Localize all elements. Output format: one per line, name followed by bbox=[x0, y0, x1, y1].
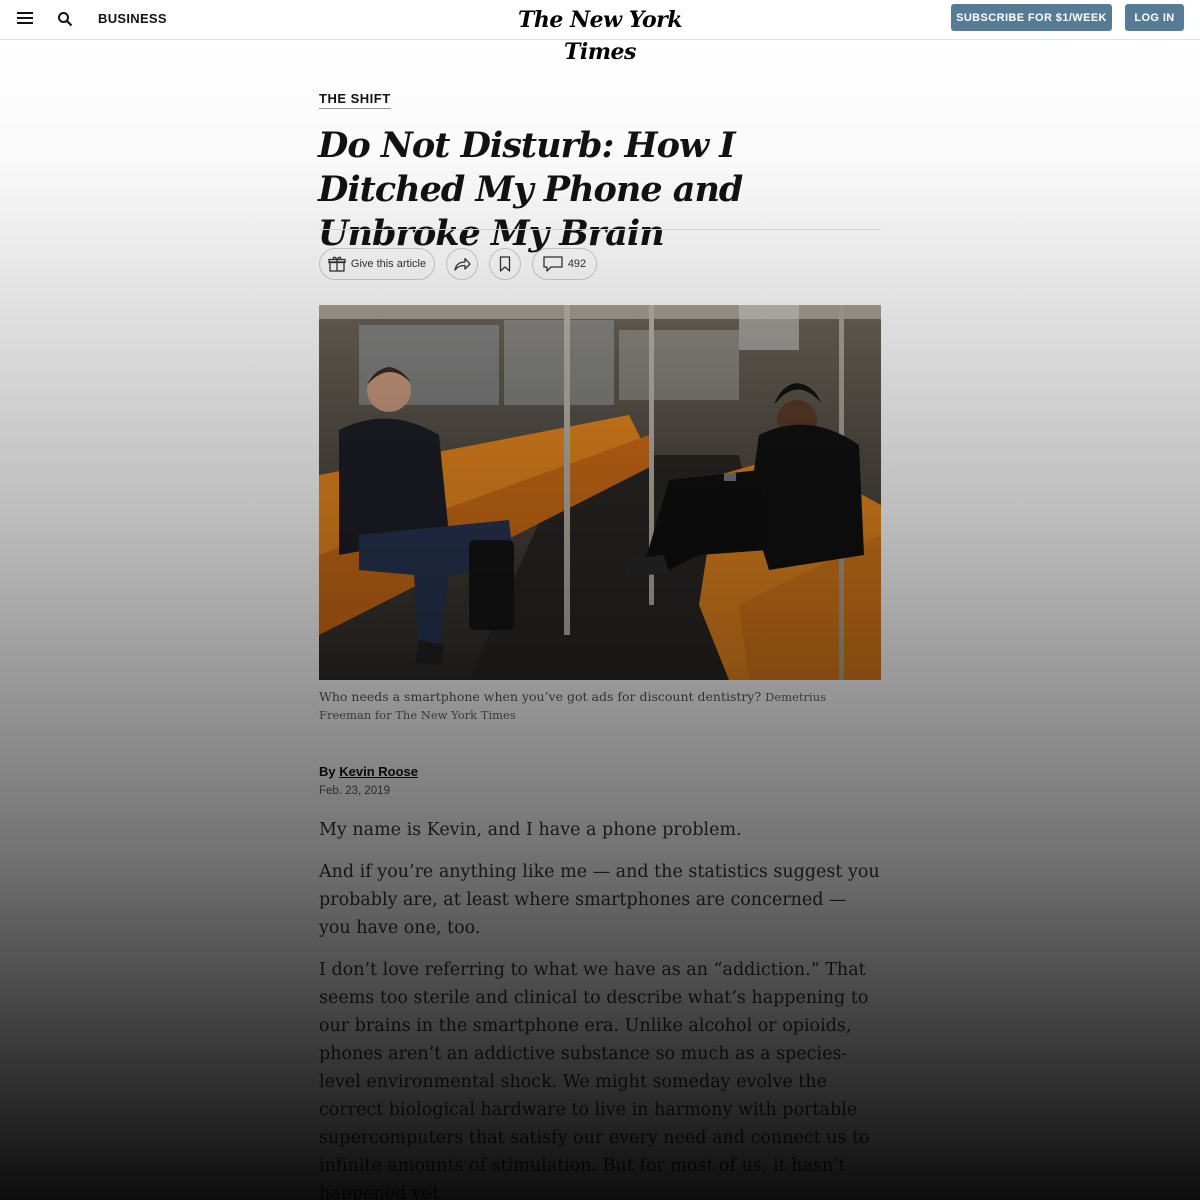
comment-count: 492 bbox=[567, 258, 587, 270]
login-button[interactable]: LOG IN bbox=[1125, 4, 1184, 31]
gift-article-button[interactable]: Give this article bbox=[319, 248, 435, 280]
article-kicker[interactable]: THE SHIFT bbox=[319, 91, 391, 109]
divider bbox=[319, 229, 881, 230]
comment-icon bbox=[543, 256, 563, 272]
site-header: BUSINESS The New York Times SUBSCRIBE FO… bbox=[0, 0, 1200, 65]
byline: By Kevin Roose bbox=[319, 764, 418, 779]
gift-icon bbox=[328, 256, 346, 272]
comments-button[interactable]: 492 bbox=[532, 248, 597, 280]
byline-prefix: By bbox=[319, 764, 336, 779]
subscribe-button[interactable]: SUBSCRIBE FOR $1/WEEK bbox=[951, 4, 1112, 31]
share-button[interactable] bbox=[446, 248, 478, 280]
share-icon bbox=[454, 257, 471, 271]
article-body: My name is Kevin, and I have a phone pro… bbox=[319, 816, 883, 1200]
section-link[interactable]: BUSINESS bbox=[98, 11, 167, 26]
photo-caption: Who needs a smartphone when you’ve got a… bbox=[319, 688, 859, 724]
gift-label: Give this article bbox=[350, 258, 427, 270]
author-link[interactable]: Kevin Roose bbox=[339, 764, 418, 779]
menu-icon[interactable] bbox=[17, 12, 33, 26]
publish-date: Feb. 23, 2019 bbox=[319, 785, 390, 797]
article-headline: Do Not Disturb: How I Ditched My Phone a… bbox=[318, 125, 743, 254]
paragraph: I don’t love referring to what we have a… bbox=[319, 960, 870, 1200]
nyt-logo[interactable]: The New York Times bbox=[480, 4, 720, 65]
caption-text: Who needs a smartphone when you’ve got a… bbox=[319, 689, 762, 704]
bookmark-icon bbox=[499, 256, 511, 272]
save-button[interactable] bbox=[489, 248, 521, 280]
paragraph: My name is Kevin, and I have a phone pro… bbox=[319, 820, 742, 840]
search-icon[interactable] bbox=[57, 11, 73, 27]
paragraph: And if you’re anything like me — and the… bbox=[319, 862, 880, 938]
lead-photo bbox=[319, 305, 881, 680]
